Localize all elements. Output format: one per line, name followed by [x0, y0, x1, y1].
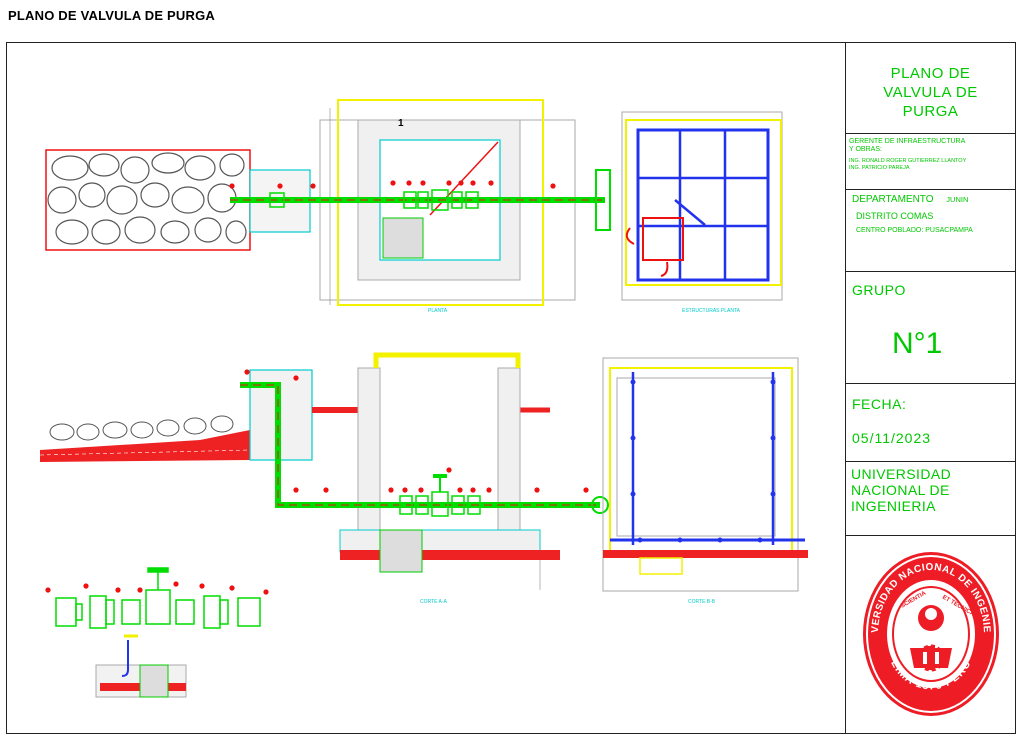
- view-label-planta: PLANTA: [428, 308, 448, 314]
- university-line-3: INGENIERIA: [851, 498, 936, 514]
- grupo-label: GRUPO: [852, 282, 906, 298]
- view-label-corte-bb: CORTE B-B: [688, 599, 716, 605]
- uni-seal-logo: UNIVERSIDAD NACIONAL DE INGENIERIA LIMA …: [860, 548, 999, 716]
- responsible-cell: GERENTE DE INFRAESTRUCTURA Y OBRAS: ING.…: [846, 134, 1015, 190]
- university-line-2: NACIONAL DE: [851, 482, 950, 498]
- estructuras-planta: [621, 111, 783, 301]
- location-cell: DEPARTAMENTO JUNIN DISTRITO COMAS CENTRO…: [846, 190, 1015, 272]
- detail-section: [95, 634, 187, 698]
- title-block: PLANO DE VALVULA DE PURGA GERENTE DE INF…: [845, 42, 1016, 734]
- university-cell: UNIVERSIDAD NACIONAL DE INGENIERIA: [846, 462, 1015, 536]
- fecha-cell: FECHA: 05/11/2023: [846, 384, 1015, 462]
- seal-cell: UNIVERSIDAD NACIONAL DE INGENIERIA LIMA …: [846, 536, 1015, 732]
- corte-bb: [602, 357, 808, 592]
- view-label-estructuras: ESTRUCTURAS PLANTA: [682, 308, 741, 314]
- drawing-canvas: 1 PLANTA ESTRUCTURAS PLANTA CORTE A-A CO…: [39, 99, 808, 698]
- corte-aa: [39, 352, 560, 590]
- grupo-cell: GRUPO N°1: [846, 272, 1015, 384]
- engineer-2: ING. PATRICIO PAREJA: [849, 165, 910, 171]
- grupo-value: N°1: [892, 327, 943, 360]
- distrito: DISTRITO COMAS: [856, 211, 934, 221]
- plan-marker: 1: [398, 118, 404, 129]
- fecha-value: 05/11/2023: [852, 430, 932, 446]
- fecha-label: FECHA:: [852, 396, 907, 412]
- gerente-label-1: GERENTE DE INFRAESTRUCTURA: [849, 138, 966, 145]
- plan-title-line-2: VALVULA DE: [883, 84, 978, 101]
- plan-title-line-3: PURGA: [902, 103, 959, 120]
- centro-poblado: CENTRO POBLADO: PUSACPAMPA: [856, 227, 973, 234]
- engineer-1: ING. RONALD ROGER GUTIERREZ LLANTOY: [849, 158, 967, 164]
- departamento-label: DEPARTAMENTO: [852, 194, 934, 205]
- gerente-label-2: Y OBRAS:: [849, 146, 882, 153]
- plan-title-cell: PLANO DE VALVULA DE PURGA: [846, 42, 1015, 134]
- valve-assembly-detail: [55, 567, 261, 629]
- departamento-value: JUNIN: [946, 195, 969, 204]
- university-line-1: UNIVERSIDAD: [851, 466, 952, 482]
- view-label-corte-aa: CORTE A-A: [420, 599, 448, 605]
- plan-title-line-1: PLANO DE: [890, 65, 971, 82]
